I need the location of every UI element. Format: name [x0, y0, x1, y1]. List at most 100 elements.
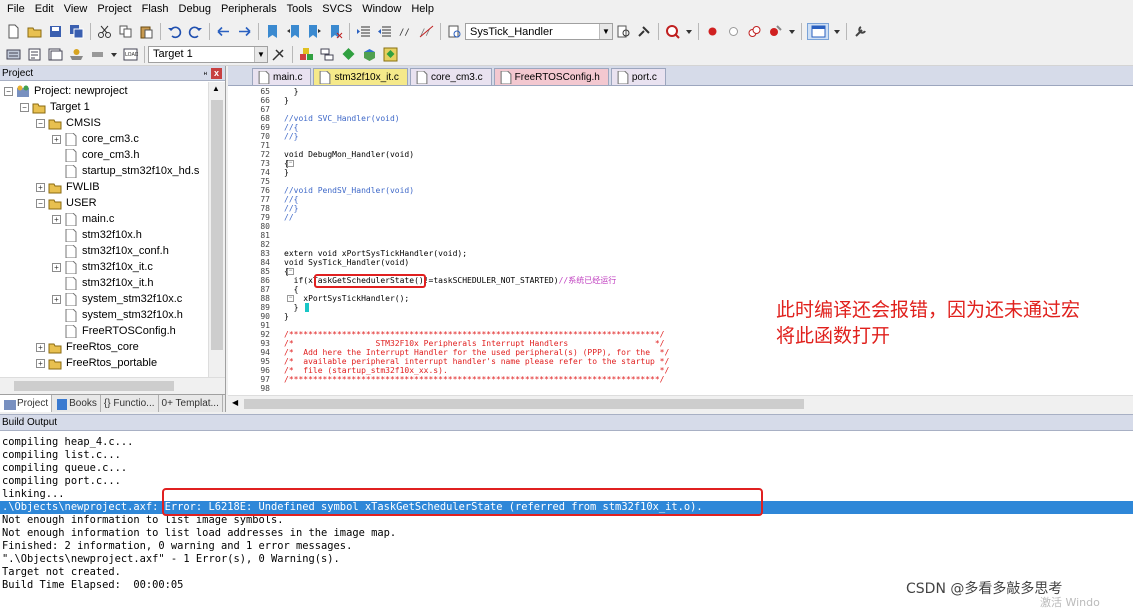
expand-icon[interactable]: + — [52, 262, 61, 272]
scroll-thumb[interactable] — [244, 399, 804, 409]
window-layout-icon[interactable] — [807, 23, 829, 40]
collapse-icon[interactable]: − — [36, 118, 45, 128]
menu-peripherals[interactable]: Peripherals — [216, 0, 282, 19]
tree-item-project-root[interactable]: − Project: newproject — [4, 83, 128, 99]
target-combo[interactable]: Target 1 ▼ — [148, 45, 268, 63]
nav-back-icon[interactable] — [215, 23, 232, 40]
collapse-icon[interactable]: − — [36, 198, 45, 208]
scroll-thumb[interactable] — [211, 100, 223, 350]
run-time-environment-icon[interactable] — [382, 46, 399, 63]
open-folder-icon[interactable] — [26, 23, 43, 40]
tree-item-file[interactable]: system_stm32f10x.h — [64, 307, 183, 323]
scroll-up-icon[interactable]: ▲ — [212, 84, 220, 93]
menu-flash[interactable]: Flash — [137, 0, 174, 19]
breakpoint-insert-icon[interactable] — [704, 23, 721, 40]
tree-item-fwlib[interactable]: + FWLIB — [36, 179, 100, 195]
select-packs-icon[interactable] — [361, 46, 378, 63]
tree-item-file[interactable]: FreeRTOSConfig.h — [64, 323, 176, 339]
tree-item-file[interactable]: stm32f10x.h — [64, 227, 142, 243]
undo-icon[interactable] — [166, 23, 183, 40]
tree-vertical-scrollbar[interactable]: ▲ — [208, 82, 225, 382]
save-all-icon[interactable] — [68, 23, 85, 40]
pin-icon[interactable]: ᵸ — [204, 67, 207, 82]
nav-forward-icon[interactable] — [236, 23, 253, 40]
redo-icon[interactable] — [187, 23, 204, 40]
expand-icon[interactable]: + — [36, 182, 45, 192]
menu-window[interactable]: Window — [357, 0, 406, 19]
tab-templates[interactable]: 0+ Templat... — [159, 395, 223, 412]
tree-item-file[interactable]: core_cm3.h — [64, 147, 139, 163]
collapse-icon[interactable]: − — [4, 86, 13, 96]
tree-horizontal-scrollbar[interactable] — [0, 377, 225, 394]
dropdown-icon[interactable] — [110, 46, 118, 63]
menu-edit[interactable]: Edit — [30, 0, 59, 19]
tab-books[interactable]: Books — [52, 395, 101, 412]
close-icon[interactable]: x — [211, 68, 222, 79]
target-options-icon[interactable] — [270, 46, 287, 63]
menu-view[interactable]: View — [59, 0, 93, 19]
tree-item-freertos-core[interactable]: + FreeRtos_core — [36, 339, 139, 355]
tree-item-file[interactable]: + system_stm32f10x.c — [52, 291, 182, 307]
collapse-icon[interactable]: − — [20, 102, 29, 112]
build-output-panel[interactable]: compiling heap_4.c... compiling list.c..… — [0, 431, 1133, 608]
function-combo[interactable]: SysTick_Handler ▼ — [465, 23, 613, 40]
paste-icon[interactable] — [138, 23, 155, 40]
breakpoint-disable-icon[interactable] — [725, 23, 742, 40]
tab-project[interactable]: Project — [0, 395, 53, 412]
configure-icon[interactable] — [852, 23, 869, 40]
incremental-find-icon[interactable] — [636, 23, 653, 40]
expand-icon[interactable]: + — [36, 342, 45, 352]
dropdown-icon[interactable] — [685, 23, 693, 40]
tree-item-file[interactable]: stm32f10x_conf.h — [64, 243, 169, 259]
bookmark-icon[interactable] — [264, 23, 281, 40]
tree-item-user[interactable]: − USER — [36, 195, 97, 211]
build-icon[interactable] — [26, 46, 43, 63]
expand-icon[interactable]: + — [52, 134, 61, 144]
scroll-left-icon[interactable]: ◀ — [232, 398, 238, 407]
menu-project[interactable]: Project — [92, 0, 136, 19]
menu-file[interactable]: File — [2, 0, 30, 19]
tab-functions[interactable]: {} Functio... — [101, 395, 159, 412]
dropdown-icon[interactable] — [833, 23, 841, 40]
tree-item-cmsis[interactable]: − CMSIS — [36, 115, 101, 131]
batch-build-icon[interactable] — [68, 46, 85, 63]
tab-main-c[interactable]: main.c — [252, 68, 312, 85]
comment-icon[interactable]: // — [397, 23, 414, 40]
copy-icon[interactable] — [117, 23, 134, 40]
tree-item-file[interactable]: startup_stm32f10x_hd.s — [64, 163, 199, 179]
rebuild-icon[interactable] — [47, 46, 64, 63]
dropdown-icon[interactable] — [788, 23, 796, 40]
stop-build-icon[interactable] — [89, 46, 106, 63]
tree-item-file[interactable]: + core_cm3.c — [52, 131, 139, 147]
menu-help[interactable]: Help — [406, 0, 439, 19]
expand-icon[interactable]: + — [52, 214, 61, 224]
editor-horizontal-scrollbar[interactable]: ◀ — [228, 395, 1133, 412]
code-area[interactable]: 65 66 67 68 69 70 71 72 73 74 75 76 77 7… — [228, 87, 1133, 395]
tree-item-file[interactable]: + main.c — [52, 211, 114, 227]
uncomment-icon[interactable]: // — [418, 23, 435, 40]
indent-icon[interactable] — [355, 23, 372, 40]
breakpoint-disable-all-icon[interactable] — [746, 23, 763, 40]
menu-svcs[interactable]: SVCS — [317, 0, 357, 19]
bookmark-clear-icon[interactable] — [327, 23, 344, 40]
multi-project-icon[interactable] — [319, 46, 336, 63]
download-icon[interactable]: LOAD — [122, 46, 139, 63]
unindent-icon[interactable] — [376, 23, 393, 40]
tree-item-file[interactable]: stm32f10x_it.h — [64, 275, 154, 291]
bookmark-next-icon[interactable] — [306, 23, 323, 40]
new-file-icon[interactable] — [5, 23, 22, 40]
compile-icon[interactable] — [5, 46, 22, 63]
breakpoint-kill-all-icon[interactable] — [767, 23, 784, 40]
find-in-files-icon[interactable] — [446, 23, 463, 40]
find-icon[interactable] — [615, 23, 632, 40]
expand-icon[interactable]: + — [52, 294, 61, 304]
scroll-thumb[interactable] — [14, 381, 174, 391]
tab-stm32f10x-it-c[interactable]: stm32f10x_it.c — [313, 68, 408, 85]
debug-start-icon[interactable] — [664, 23, 681, 40]
chevron-down-icon[interactable]: ▼ — [254, 46, 267, 62]
tab-port-c[interactable]: port.c — [610, 68, 666, 85]
tree-item-file[interactable]: + stm32f10x_it.c — [52, 259, 153, 275]
bookmark-prev-icon[interactable] — [285, 23, 302, 40]
tab-core-cm3-c[interactable]: core_cm3.c — [409, 68, 492, 85]
tree-item-target[interactable]: − Target 1 — [20, 99, 90, 115]
